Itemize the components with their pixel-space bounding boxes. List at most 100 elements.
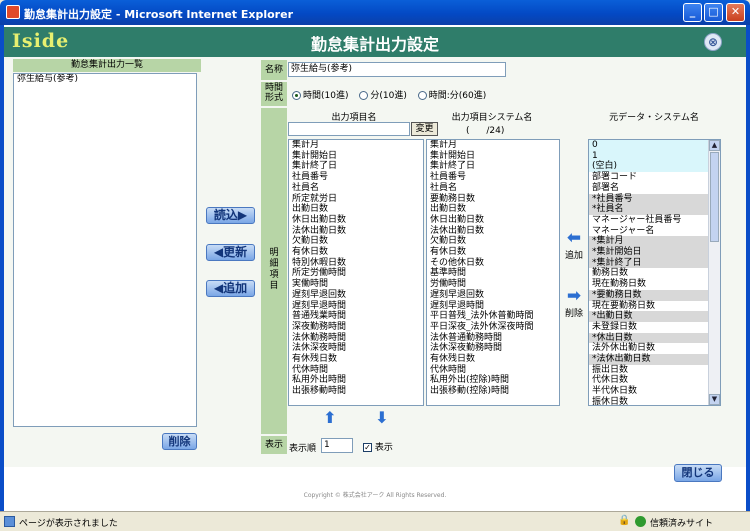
- source-sys-list[interactable]: 0 1 (空白) 部署コード 部署名 *社員番号 *社員名 マネージャー社員番号 マネージャー名…: [588, 139, 721, 406]
- list-item[interactable]: 現在勤務日数: [589, 279, 720, 290]
- close-window-button[interactable]: ✕: [726, 3, 745, 22]
- list-item[interactable]: 有休日数: [427, 247, 559, 258]
- list-item[interactable]: 0: [589, 140, 720, 151]
- close-icon[interactable]: ⊗: [704, 33, 722, 51]
- add-button[interactable]: ◀追加: [206, 280, 255, 297]
- radio-hour-minute[interactable]: 時間:分(60進): [417, 91, 486, 101]
- maximize-button[interactable]: □: [704, 3, 723, 22]
- list-item[interactable]: 実働時間: [289, 279, 423, 290]
- list-item[interactable]: 集計終了日: [289, 161, 423, 172]
- update-button[interactable]: ◀更新: [206, 244, 255, 261]
- list-item[interactable]: 代休日数: [589, 375, 720, 386]
- list-item[interactable]: 振出日数: [589, 365, 720, 376]
- list-item[interactable]: *集計終了日: [589, 257, 720, 269]
- list-item[interactable]: 集計月: [427, 140, 559, 151]
- list-item[interactable]: 勤務日数: [589, 268, 720, 279]
- close-button[interactable]: 閉じる: [674, 464, 722, 482]
- list-item[interactable]: 部署コード: [589, 172, 720, 183]
- list-item[interactable]: 代休時間: [289, 365, 423, 376]
- list-item[interactable]: 法休勤務時間: [289, 333, 423, 344]
- remove-item-button[interactable]: ➡ 削除: [562, 286, 586, 319]
- output-name-list[interactable]: 集計月 集計開始日 集計終了日 社員番号 社員名 所定就労日 出勤日数 休日出勤日数 法休出勤日…: [288, 139, 424, 406]
- list-item[interactable]: 所定労働時間: [289, 268, 423, 279]
- list-item[interactable]: 集計開始日: [289, 151, 423, 162]
- list-item[interactable]: 社員名: [427, 183, 559, 194]
- list-item[interactable]: 私用外出(控除)時間: [427, 375, 559, 386]
- list-item[interactable]: 欠勤日数: [289, 236, 423, 247]
- add-item-button[interactable]: ⬅ 追加: [562, 228, 586, 261]
- list-item[interactable]: *休出日数: [589, 332, 720, 344]
- list-item[interactable]: (空白): [589, 161, 720, 173]
- list-item[interactable]: 遅刻早退時間: [289, 301, 423, 312]
- move-up-icon[interactable]: ⬆: [320, 408, 340, 427]
- list-item[interactable]: *社員番号: [589, 193, 720, 205]
- list-item[interactable]: 集計終了日: [427, 161, 559, 172]
- list-item[interactable]: 出勤日数: [427, 204, 559, 215]
- list-item[interactable]: 有休残日数: [427, 354, 559, 365]
- list-item[interactable]: 社員番号: [427, 172, 559, 183]
- list-item[interactable]: 休日出勤日数: [427, 215, 559, 226]
- list-item[interactable]: 遅刻早退回数: [427, 290, 559, 301]
- list-item[interactable]: 法休深夜時間: [289, 343, 423, 354]
- list-item[interactable]: マネージャー名: [589, 226, 720, 237]
- list-item[interactable]: 弥生給与(参考): [14, 74, 196, 85]
- list-item[interactable]: 法休深夜勤務時間: [427, 343, 559, 354]
- delete-button[interactable]: 削除: [162, 433, 197, 450]
- display-checkbox[interactable]: ✓ 表示: [363, 440, 393, 453]
- scroll-down-icon[interactable]: ▼: [709, 394, 720, 405]
- list-item[interactable]: 深夜勤務時間: [289, 322, 423, 333]
- list-item[interactable]: 法休出勤日数: [427, 226, 559, 237]
- list-item[interactable]: 社員番号: [289, 172, 423, 183]
- list-item[interactable]: 半代休日数: [589, 386, 720, 397]
- list-item[interactable]: 労働時間: [427, 279, 559, 290]
- list-item[interactable]: 出勤日数: [289, 204, 423, 215]
- list-item[interactable]: 社員名: [289, 183, 423, 194]
- list-item[interactable]: 平日深夜_法外休深夜時間: [427, 322, 559, 333]
- list-item[interactable]: 代休時間: [427, 365, 559, 376]
- list-item[interactable]: 基準時間: [427, 268, 559, 279]
- export-list[interactable]: 弥生給与(参考): [13, 73, 197, 427]
- list-item[interactable]: *要勤務日数: [589, 289, 720, 301]
- list-item[interactable]: 有休日数: [289, 247, 423, 258]
- scroll-thumb[interactable]: [710, 152, 719, 242]
- list-item[interactable]: 所定就労日: [289, 194, 423, 205]
- list-item[interactable]: 出張移動(控除)時間: [427, 386, 559, 397]
- list-item[interactable]: 1: [589, 150, 720, 162]
- radio-hour-decimal[interactable]: 時間(10進): [292, 91, 348, 101]
- list-item[interactable]: 未登録日数: [589, 322, 720, 333]
- list-item[interactable]: 休日出勤日数: [289, 215, 423, 226]
- list-item[interactable]: 部署名: [589, 183, 720, 194]
- list-item[interactable]: 普通残業時間: [289, 311, 423, 322]
- list-item[interactable]: *法休出勤日数: [589, 354, 720, 365]
- list-item[interactable]: 遅刻早退時間: [427, 301, 559, 312]
- scrollbar[interactable]: ▲ ▼: [708, 140, 720, 405]
- list-item[interactable]: その他休日数: [427, 258, 559, 269]
- minimize-button[interactable]: _: [683, 3, 702, 22]
- list-item[interactable]: 集計月: [289, 140, 423, 151]
- list-item[interactable]: *集計開始日: [589, 247, 720, 258]
- list-item[interactable]: *出勤日数: [589, 311, 720, 322]
- list-item[interactable]: 要勤務日数: [427, 194, 559, 205]
- list-item[interactable]: 平日普残_法外休普勤時間: [427, 311, 559, 322]
- scroll-up-icon[interactable]: ▲: [709, 140, 720, 151]
- list-item[interactable]: *社員名: [589, 204, 720, 215]
- change-button[interactable]: 変更: [411, 122, 438, 136]
- list-item[interactable]: 法休普通勤務時間: [427, 333, 559, 344]
- list-item[interactable]: 振休日数: [589, 397, 720, 405]
- list-item[interactable]: 遅刻早退回数: [289, 290, 423, 301]
- display-order-input[interactable]: 1: [321, 438, 353, 453]
- list-item[interactable]: マネージャー社員番号: [589, 215, 720, 226]
- radio-minute-decimal[interactable]: 分(10進): [359, 91, 407, 101]
- load-button[interactable]: 読込▶: [206, 207, 255, 224]
- output-sys-list[interactable]: 集計月 集計開始日 集計終了日 社員番号 社員名 要勤務日数 出勤日数 休日出勤日数 法休出勤日…: [426, 139, 560, 406]
- list-item[interactable]: 有休残日数: [289, 354, 423, 365]
- list-item[interactable]: 私用外出時間: [289, 375, 423, 386]
- move-down-icon[interactable]: ⬇: [372, 408, 392, 427]
- name-input[interactable]: 弥生給与(参考): [288, 62, 506, 77]
- list-item[interactable]: 欠勤日数: [427, 236, 559, 247]
- list-item[interactable]: 出張移動時間: [289, 386, 423, 397]
- output-name-input[interactable]: [288, 122, 410, 136]
- list-item[interactable]: 法休出勤日数: [289, 226, 423, 237]
- list-item[interactable]: 法外休出勤日数: [589, 343, 720, 354]
- list-item[interactable]: 集計開始日: [427, 151, 559, 162]
